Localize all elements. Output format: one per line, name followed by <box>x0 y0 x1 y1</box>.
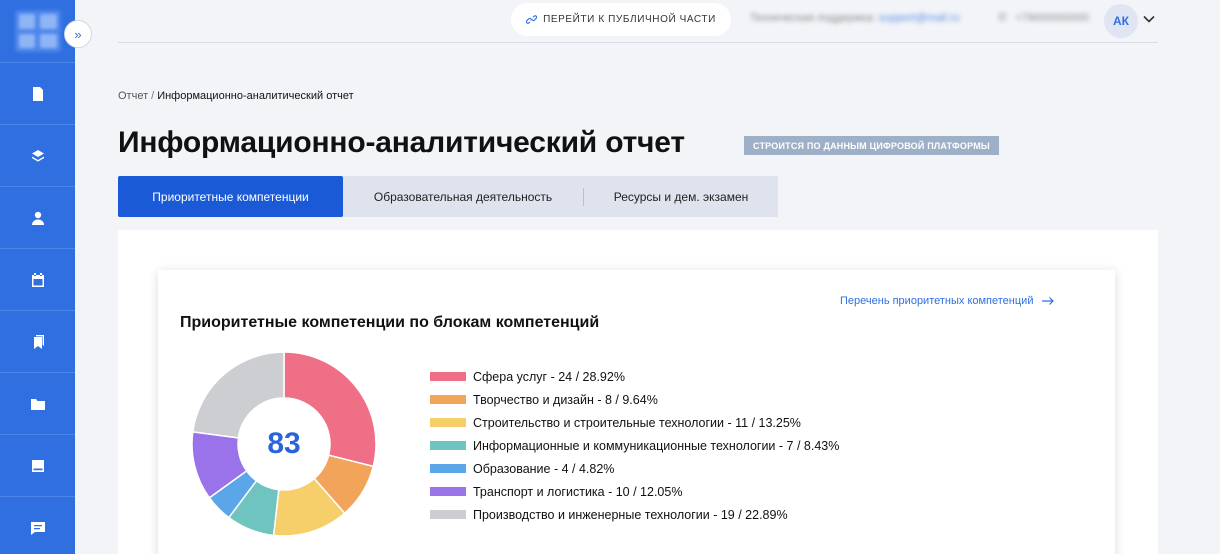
legend-label: Строительство и строительные технологии … <box>473 415 801 430</box>
sidebar <box>0 0 75 554</box>
phone-icon: ✆ <box>998 12 1008 24</box>
breadcrumb-root[interactable]: Отчет <box>118 90 148 102</box>
donut-total: 83 <box>267 427 301 460</box>
legend-swatch <box>430 487 466 496</box>
legend-item: Образование - 4 / 4.82% <box>430 457 839 480</box>
legend-label: Сфера услуг - 24 / 28.92% <box>473 369 625 384</box>
legend-item: Творчество и дизайн - 8 / 9.64% <box>430 388 839 411</box>
chevron-down-icon[interactable] <box>1142 12 1156 26</box>
arrow-right-icon <box>1042 297 1055 305</box>
public-part-button[interactable]: ПЕРЕЙТИ К ПУБЛИЧНОЙ ЧАСТИ <box>511 3 731 36</box>
top-bar: ПЕРЕЙТИ К ПУБЛИЧНОЙ ЧАСТИ Техническая по… <box>118 0 1158 43</box>
sidebar-expand-button[interactable]: » <box>64 20 92 48</box>
legend-swatch <box>430 464 466 473</box>
link-icon <box>526 15 538 24</box>
chart-legend: Сфера услуг - 24 / 28.92% Творчество и ди… <box>430 365 839 526</box>
legend-item: Производство и инженерные технологии - 1… <box>430 503 839 526</box>
sidebar-item-bookmarks[interactable] <box>0 310 75 372</box>
sidebar-item-layers[interactable] <box>0 124 75 186</box>
document-icon <box>32 86 43 101</box>
chart-title: Приоритетные компетенции по блокам компе… <box>180 314 600 331</box>
competencies-list-link[interactable]: Перечень приоритетных компетенций <box>840 295 1055 307</box>
legend-item: Сфера услуг - 24 / 28.92% <box>430 365 839 388</box>
breadcrumb-separator: / <box>151 90 155 102</box>
sidebar-item-calendar[interactable] <box>0 248 75 310</box>
calendar-icon <box>31 272 44 287</box>
report-content: Перечень приоритетных компетенций Приори… <box>118 230 1158 554</box>
legend-swatch <box>430 510 466 519</box>
legend-item: Транспорт и логистика - 10 / 12.05% <box>430 480 839 503</box>
breadcrumb-current: Информационно-аналитический отчет <box>157 90 354 102</box>
legend-swatch <box>430 418 466 427</box>
sidebar-item-library[interactable] <box>0 434 75 496</box>
double-chevron-right-icon: » <box>74 26 82 42</box>
support-phone-blurred: ✆ +79000000000 <box>998 11 1089 25</box>
report-tabs: Приоритетные компетенции Образовательная… <box>118 176 778 217</box>
support-contact-blurred: Техническая поддержка: support@mail.ru <box>750 12 960 24</box>
legend-swatch <box>430 395 466 404</box>
breadcrumb: Отчет / Информационно-аналитический отчет <box>118 90 354 102</box>
legend-label: Транспорт и логистика - 10 / 12.05% <box>473 484 683 499</box>
legend-label: Информационные и коммуникационные технол… <box>473 438 840 453</box>
bookmark-icon <box>33 334 44 349</box>
sidebar-item-reports[interactable] <box>0 62 75 124</box>
legend-item: Строительство и строительные технологии … <box>430 411 839 434</box>
data-source-badge: СТРОИТСЯ ПО ДАННЫМ ЦИФРОВОЙ ПЛАТФОРМЫ <box>744 136 999 155</box>
legend-swatch <box>430 372 466 381</box>
chat-icon <box>30 521 45 535</box>
legend-label: Творчество и дизайн - 8 / 9.64% <box>473 392 658 407</box>
book-icon <box>31 459 44 472</box>
user-avatar[interactable]: АК <box>1104 4 1138 38</box>
sidebar-item-users[interactable] <box>0 186 75 248</box>
legend-label: Производство и инженерные технологии - 1… <box>473 507 788 522</box>
folder-icon <box>30 398 45 410</box>
layers-icon <box>31 149 44 162</box>
tab-educational-activity[interactable]: Образовательная деятельность <box>343 176 583 217</box>
sidebar-item-messages[interactable] <box>0 496 75 554</box>
page-title: Информационно-аналитический отчет <box>118 126 685 159</box>
legend-label: Образование - 4 / 4.82% <box>473 461 615 476</box>
tab-priority-competencies[interactable]: Приоритетные компетенции <box>118 176 343 217</box>
competencies-list-link-label: Перечень приоритетных компетенций <box>840 295 1034 307</box>
public-part-label: ПЕРЕЙТИ К ПУБЛИЧНОЙ ЧАСТИ <box>543 14 716 25</box>
user-icon <box>31 211 44 225</box>
competencies-card: Перечень приоритетных компетенций Приори… <box>158 270 1115 554</box>
sidebar-item-folders[interactable] <box>0 372 75 434</box>
legend-item: Информационные и коммуникационные технол… <box>430 434 839 457</box>
legend-swatch <box>430 441 466 450</box>
tab-resources-exam[interactable]: Ресурсы и дем. экзамен <box>584 176 778 217</box>
